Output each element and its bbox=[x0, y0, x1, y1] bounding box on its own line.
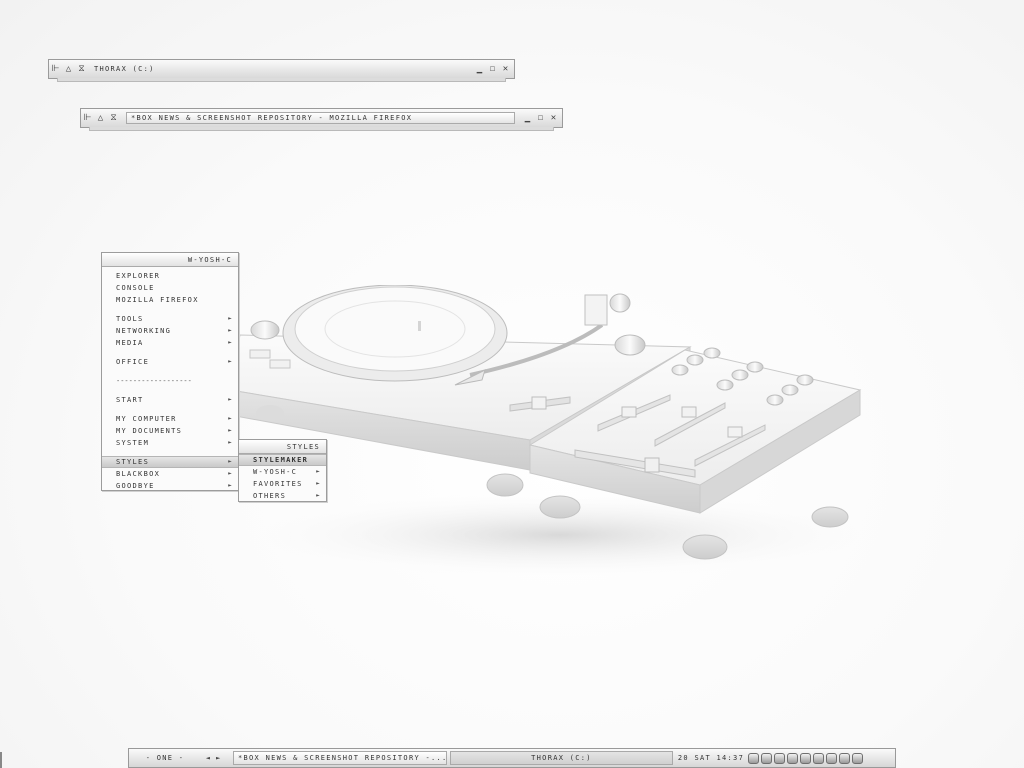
task-thorax[interactable]: THORAX (C:) bbox=[450, 751, 673, 765]
pin-icon[interactable]: ⊩ bbox=[49, 63, 62, 76]
window-firefox[interactable]: ⊩ △ ⧖ *BOX NEWS & SCREENSHOT REPOSITORY … bbox=[80, 108, 563, 131]
menu-item-styles[interactable]: STYLES ► bbox=[102, 456, 238, 468]
music-icon[interactable] bbox=[839, 752, 850, 764]
menu-item-my-documents[interactable]: MY DOCUMENTS ► bbox=[102, 425, 238, 437]
menu-item-goodbye[interactable]: GOODBYE ► bbox=[102, 480, 238, 492]
turntable-wallpaper bbox=[230, 285, 870, 575]
workspace-label[interactable]: - ONE - bbox=[137, 751, 193, 765]
submenu-arrow-icon: ► bbox=[228, 470, 233, 477]
submenu-arrow-icon: ► bbox=[228, 439, 233, 446]
clock-icon[interactable] bbox=[787, 752, 798, 764]
submenu-arrow-icon: ► bbox=[316, 468, 321, 475]
menu-item-blackbox[interactable]: BLACKBOX ► bbox=[102, 468, 238, 480]
graph-icon[interactable] bbox=[826, 752, 837, 764]
screen-edge-marker bbox=[0, 752, 2, 768]
menu-item-start[interactable]: START ► bbox=[102, 394, 238, 406]
shield-icon[interactable] bbox=[813, 752, 824, 764]
maximize-icon[interactable]: ☐ bbox=[534, 112, 547, 125]
submenu-arrow-icon: ► bbox=[316, 492, 321, 499]
submenu-arrow-icon: ► bbox=[228, 358, 233, 365]
window-title: *BOX NEWS & SCREENSHOT REPOSITORY - MOZI… bbox=[126, 112, 515, 124]
submenu-arrow-icon: ► bbox=[316, 480, 321, 487]
minimize-icon[interactable]: ▁ bbox=[521, 112, 534, 125]
task-firefox[interactable]: *BOX NEWS & SCREENSHOT REPOSITORY -... bbox=[233, 751, 447, 765]
menu-item-favorites[interactable]: FAVORITES ► bbox=[239, 478, 326, 490]
workspace-nav: ◄ ► bbox=[193, 751, 233, 765]
close-icon[interactable]: ✕ bbox=[499, 63, 512, 76]
minimize-icon[interactable]: ▁ bbox=[473, 63, 486, 76]
root-menu: W-YOSH-C EXPLORER CONSOLE MOZILLA FIREFO… bbox=[101, 252, 239, 491]
menu-item-networking[interactable]: NETWORKING ► bbox=[102, 325, 238, 337]
minimize-to-tray-icon[interactable]: ⧖ bbox=[107, 112, 120, 125]
menu-item-system[interactable]: SYSTEM ► bbox=[102, 437, 238, 449]
menu-item-w-yosh-c[interactable]: W-YOSH-C ► bbox=[239, 466, 326, 478]
close-icon[interactable]: ✕ bbox=[547, 112, 560, 125]
menu-item-stylemaker[interactable]: STYLEMAKER bbox=[239, 454, 326, 466]
menu-item-office[interactable]: OFFICE ► bbox=[102, 356, 238, 368]
submenu-arrow-icon: ► bbox=[228, 427, 233, 434]
menu-item-console[interactable]: CONSOLE bbox=[102, 282, 238, 294]
shade-icon[interactable]: △ bbox=[62, 63, 75, 76]
submenu-arrow-icon: ► bbox=[228, 396, 233, 403]
window-handle[interactable] bbox=[57, 78, 506, 82]
update-icon[interactable] bbox=[800, 752, 811, 764]
network-icon[interactable] bbox=[748, 752, 759, 764]
menu-separator: ------------------ bbox=[116, 377, 192, 385]
power-icon[interactable] bbox=[852, 752, 863, 764]
menu-title: W-YOSH-C bbox=[102, 253, 238, 267]
system-tray bbox=[748, 752, 863, 764]
submenu-arrow-icon: ► bbox=[228, 458, 233, 465]
window-handle[interactable] bbox=[89, 127, 554, 131]
submenu-arrow-icon: ► bbox=[228, 339, 233, 346]
next-workspace-icon[interactable]: ► bbox=[216, 754, 220, 762]
menu-item-mozilla-firefox[interactable]: MOZILLA FIREFOX bbox=[102, 294, 238, 306]
minimize-to-tray-icon[interactable]: ⧖ bbox=[75, 63, 88, 76]
toolbar: - ONE - ◄ ► *BOX NEWS & SCREENSHOT REPOS… bbox=[128, 748, 896, 768]
window-title: THORAX (C:) bbox=[94, 65, 155, 73]
submenu-arrow-icon: ► bbox=[228, 315, 233, 322]
menu-item-others[interactable]: OTHERS ► bbox=[239, 490, 326, 502]
submenu-arrow-icon: ► bbox=[228, 482, 233, 489]
maximize-icon[interactable]: ☐ bbox=[486, 63, 499, 76]
menu-item-tools[interactable]: TOOLS ► bbox=[102, 313, 238, 325]
menu-item-media[interactable]: MEDIA ► bbox=[102, 337, 238, 349]
menu-item-my-computer[interactable]: MY COMPUTER ► bbox=[102, 413, 238, 425]
monitor-icon[interactable] bbox=[774, 752, 785, 764]
shade-icon[interactable]: △ bbox=[94, 112, 107, 125]
submenu-arrow-icon: ► bbox=[228, 415, 233, 422]
clock[interactable]: 20 SAT 14:37 bbox=[676, 751, 746, 765]
pin-icon[interactable]: ⊩ bbox=[81, 112, 94, 125]
menu-item-explorer[interactable]: EXPLORER bbox=[102, 270, 238, 282]
submenu-arrow-icon: ► bbox=[228, 327, 233, 334]
window-thorax[interactable]: ⊩ △ ⧖ THORAX (C:) ▁ ☐ ✕ bbox=[48, 59, 515, 82]
menu-title: STYLES bbox=[239, 440, 326, 454]
prev-workspace-icon[interactable]: ◄ bbox=[206, 754, 210, 762]
volume-icon[interactable] bbox=[761, 752, 772, 764]
styles-submenu: STYLES STYLEMAKER W-YOSH-C ► FAVORITES ► O… bbox=[238, 439, 327, 502]
